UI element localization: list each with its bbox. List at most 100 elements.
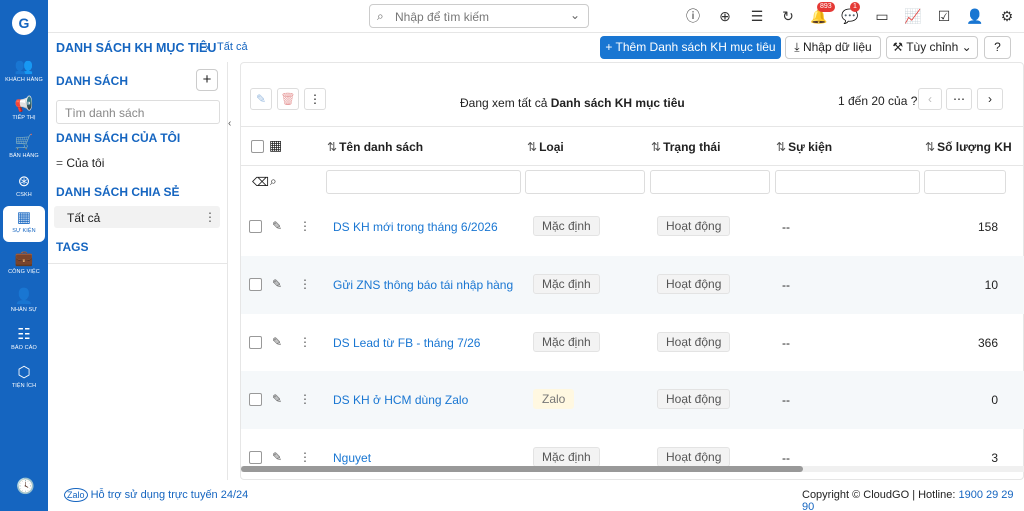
import-data-button[interactable]: ⤓ Nhập dữ liệu	[785, 36, 881, 59]
add-circle-icon[interactable]: ⊕	[716, 7, 734, 25]
column-header-1[interactable]: ⇅ Loại	[527, 140, 564, 154]
rail-item-events[interactable]: ▦ SỰ KIỆN	[3, 206, 45, 242]
status-badge: Hoạt động	[657, 274, 731, 294]
chat-icon[interactable]: 💬 1	[841, 2, 860, 25]
cloudgo-logo-icon[interactable]: G	[12, 11, 36, 35]
filter-type-input[interactable]	[525, 170, 645, 194]
list-search-input[interactable]: Tìm danh sách	[56, 100, 220, 124]
filter-event-input[interactable]	[775, 170, 920, 194]
edit-icon[interactable]: ✎	[250, 88, 272, 110]
search-icon[interactable]: ⌕	[270, 174, 277, 189]
more-vertical-icon[interactable]: ⋮	[304, 88, 326, 110]
refresh-icon[interactable]: ↻	[779, 7, 797, 25]
notification-badge: 893	[817, 2, 835, 12]
type-badge: Mặc định	[533, 216, 600, 236]
chevron-down-icon[interactable]: ⌄	[570, 8, 580, 22]
checkbox-icon[interactable]: ☑	[935, 7, 953, 25]
search-icon: ⌕	[377, 9, 384, 23]
rail-item-customers[interactable]: 👥 KHÁCH HÀNG	[3, 55, 45, 91]
section-lists-title: DANH SÁCH	[56, 74, 128, 88]
more-vertical-icon[interactable]: ⋮	[204, 210, 216, 224]
add-list-small-button[interactable]: +	[196, 69, 218, 91]
column-header-2[interactable]: ⇅ Trạng thái	[651, 140, 720, 154]
history-clock-icon[interactable]: 🕓	[16, 477, 35, 495]
customers-icon: 👥	[14, 58, 34, 75]
column-header-0[interactable]: ⇅ Tên danh sách	[327, 140, 423, 154]
row-checkbox[interactable]	[249, 220, 262, 233]
select-all-checkbox[interactable]	[251, 140, 264, 153]
rail-item-sales[interactable]: 🛒 BÁN HÀNG	[3, 131, 45, 167]
eraser-icon[interactable]: ⌫	[252, 175, 269, 189]
more-vertical-icon[interactable]: ⋮	[299, 450, 311, 464]
section-tags-title: TAGS	[56, 240, 89, 254]
rail-item-staff[interactable]: 👤 NHÂN SỰ	[3, 285, 45, 321]
table-settings-icon[interactable]: ▦	[269, 137, 282, 154]
filter-count-input[interactable]	[924, 170, 1006, 194]
calendar-icon[interactable]: ▭	[873, 7, 891, 25]
list-name-link[interactable]: Gửi ZNS thông báo tái nhập hàng	[333, 278, 513, 292]
row-checkbox[interactable]	[249, 451, 262, 464]
row-checkbox[interactable]	[249, 278, 262, 291]
more-vertical-icon[interactable]: ⋮	[299, 335, 311, 349]
row-checkbox[interactable]	[249, 393, 262, 406]
next-page-icon[interactable]: ›	[977, 88, 1003, 110]
edit-icon[interactable]: ✎	[272, 219, 282, 233]
gear-icon[interactable]: ⚙	[998, 7, 1016, 25]
event-value: --	[782, 278, 790, 292]
prev-page-icon[interactable]: ‹	[918, 88, 942, 110]
list-name-link[interactable]: DS KH ở HCM dùng Zalo	[333, 393, 468, 407]
list-name-link[interactable]: DS Lead từ FB - tháng 7/26	[333, 336, 480, 350]
tasks-icon: 💼	[14, 250, 34, 267]
rail-item-utilities[interactable]: ⬡ TIỆN ÍCH	[3, 361, 45, 397]
more-horizontal-icon[interactable]: ⋯	[946, 88, 972, 110]
help-icon: ?	[994, 40, 1001, 54]
column-header-3[interactable]: ⇅ Sự kiện	[776, 140, 832, 154]
customer-count: 10	[984, 278, 998, 292]
scrollbar-thumb[interactable]	[241, 466, 803, 472]
add-list-button[interactable]: + Thêm Danh sách KH mục tiêu	[600, 36, 781, 59]
rail-item-reports[interactable]: ☷ BÁO CÁO	[3, 323, 45, 359]
list-item-all[interactable]: Tất cả ⋮	[54, 206, 220, 228]
rail-item-support[interactable]: ⊛ CSKH	[3, 170, 45, 206]
more-vertical-icon[interactable]: ⋮	[299, 219, 311, 233]
sort-icon: ⇅	[925, 140, 936, 154]
rail-item-tasks[interactable]: 💼 CÔNG VIỆC	[3, 247, 45, 283]
type-badge: Mặc định	[533, 447, 600, 467]
staff-icon: 👤	[14, 288, 34, 305]
list-name-link[interactable]: Nguyet	[333, 451, 371, 465]
type-badge: Zalo	[533, 389, 575, 409]
type-badge: Mặc định	[533, 332, 600, 352]
utilities-icon: ⬡	[17, 364, 31, 381]
edit-icon[interactable]: ✎	[272, 450, 282, 464]
edit-icon[interactable]: ✎	[272, 335, 282, 349]
user-icon[interactable]: 👤	[966, 7, 984, 25]
more-vertical-icon[interactable]: ⋮	[299, 392, 311, 406]
row-checkbox[interactable]	[249, 336, 262, 349]
global-search-input[interactable]: ⌕ Nhập để tìm kiếm ⌄	[369, 4, 589, 28]
filter-name-input[interactable]	[326, 170, 521, 194]
bell-icon[interactable]: 🔔 893	[810, 2, 835, 25]
collapse-panel-icon[interactable]: ‹	[228, 118, 238, 136]
more-vertical-icon[interactable]: ⋮	[299, 277, 311, 291]
customer-count: 0	[991, 393, 998, 407]
support-icon: ⊛	[17, 173, 31, 190]
breadcrumb-chevron-icon: ›	[205, 40, 209, 54]
rail-item-marketing[interactable]: 📢 TIẾP THỊ	[3, 93, 45, 129]
edit-icon[interactable]: ✎	[272, 277, 282, 291]
alert-icon[interactable]: ⓘ	[684, 7, 702, 25]
event-value: --	[782, 393, 790, 407]
list-icon[interactable]: ☰	[748, 7, 766, 25]
trash-icon[interactable]: 🗑	[277, 88, 299, 110]
event-value: --	[782, 220, 790, 234]
list-item-mine[interactable]: = Của tôi	[56, 156, 104, 170]
filter-status-input[interactable]	[650, 170, 770, 194]
help-button[interactable]: ?	[984, 36, 1011, 59]
list-name-link[interactable]: DS KH mới trong tháng 6/2026	[333, 220, 498, 234]
edit-icon[interactable]: ✎	[272, 392, 282, 406]
breadcrumb[interactable]: Tất cả	[217, 41, 248, 53]
customize-button[interactable]: ⚒ Tùy chỉnh ⌄	[886, 36, 978, 59]
column-header-4[interactable]: ⇅ Số lượng KH	[925, 140, 1012, 154]
customer-count: 366	[977, 336, 998, 350]
support-link[interactable]: Zalo Hỗ trợ sử dụng trực tuyến 24/24	[64, 488, 248, 502]
chart-icon[interactable]: 📈	[904, 7, 922, 25]
